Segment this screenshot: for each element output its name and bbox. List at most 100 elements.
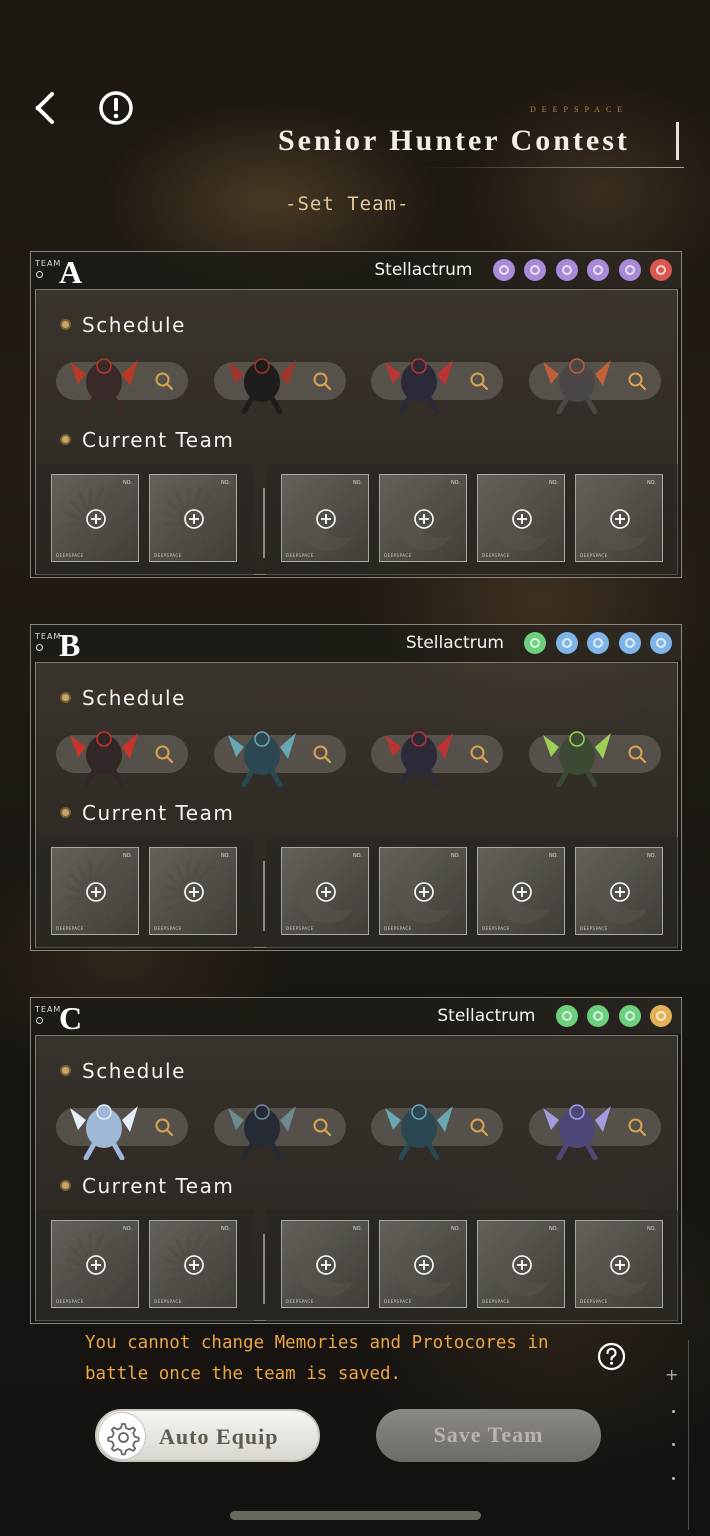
stellactrum-orb[interactable] <box>618 1005 641 1027</box>
stellactrum-orb[interactable] <box>618 259 641 281</box>
back-arrow-icon[interactable] <box>28 88 68 128</box>
plus-icon <box>610 509 630 529</box>
slot-number-label: NO. <box>352 1226 362 1232</box>
schedule-enemy-card[interactable] <box>56 1104 188 1160</box>
auto-equip-button[interactable]: Auto Equip <box>95 1409 320 1462</box>
search-icon <box>155 372 174 391</box>
memory-slot[interactable]: NO. DEEPSPACE <box>51 847 139 935</box>
plus-icon <box>610 1255 630 1275</box>
schedule-label: Schedule <box>82 1059 186 1083</box>
protocore-slot[interactable]: NO. DEEPSPACE <box>575 474 663 562</box>
stellactrum-orb[interactable] <box>587 1005 609 1027</box>
slot-divider <box>263 1234 265 1304</box>
team-panel-b: TEAM B Stellactrum Schedule Current Team… <box>30 624 682 951</box>
plus-icon <box>414 882 434 902</box>
protocore-slot[interactable]: NO. DEEPSPACE <box>477 847 565 935</box>
protocore-slot[interactable]: NO. DEEPSPACE <box>575 847 663 935</box>
memory-slot[interactable]: NO. DEEPSPACE <box>51 1220 139 1308</box>
help-icon[interactable] <box>597 1342 626 1371</box>
title-accent-bar <box>676 122 679 160</box>
title-underline <box>422 167 684 168</box>
memory-slot[interactable]: NO. DEEPSPACE <box>149 474 237 562</box>
side-plus-mark: + <box>665 1365 679 1384</box>
stellactrum-orb[interactable] <box>650 632 672 654</box>
schedule-bullet-icon <box>60 692 71 703</box>
team-panel-c: TEAM C Stellactrum Schedule Current Team… <box>30 997 682 1324</box>
stellactrum-label: Stellactrum <box>374 260 473 280</box>
slot-brand-label: DEEPSPACE <box>56 553 84 558</box>
team-tag: TEAM <box>35 1005 62 1014</box>
slot-brand-label: DEEPSPACE <box>154 553 182 558</box>
plus-icon <box>86 509 106 529</box>
stellactrum-orb[interactable] <box>492 259 515 281</box>
schedule-enemy-card[interactable] <box>214 731 346 787</box>
schedule-enemy-card[interactable] <box>371 358 503 414</box>
slot-brand-label: DEEPSPACE <box>384 926 412 931</box>
slot-brand-label: DEEPSPACE <box>56 926 84 931</box>
slot-number-label: NO. <box>352 480 362 486</box>
save-team-button[interactable]: Save Team <box>376 1409 601 1462</box>
protocore-slot[interactable]: NO. DEEPSPACE <box>575 1220 663 1308</box>
schedule-enemy-card[interactable] <box>214 358 346 414</box>
stellactrum-orb[interactable] <box>555 1005 578 1027</box>
slot-number-label: NO. <box>122 1226 132 1232</box>
protocore-slot[interactable]: NO. DEEPSPACE <box>477 474 565 562</box>
team-header: TEAM A Stellactrum <box>31 252 681 290</box>
stellactrum-orb[interactable] <box>587 632 609 654</box>
schedule-enemy-card[interactable] <box>56 731 188 787</box>
schedule-enemy-card[interactable] <box>371 1104 503 1160</box>
schedule-enemy-card[interactable] <box>56 358 188 414</box>
slot-number-label: NO. <box>450 480 460 486</box>
stellactrum-orb[interactable] <box>524 259 546 281</box>
page-subtitle: -Set Team- <box>285 193 410 215</box>
memory-slot[interactable]: NO. DEEPSPACE <box>149 847 237 935</box>
info-icon[interactable] <box>96 88 136 128</box>
page-title: Senior Hunter Contest <box>278 124 630 157</box>
slot-brand-label: DEEPSPACE <box>482 926 510 931</box>
team-body: Schedule Current Team NO. DEEPSPACE NO. … <box>35 1035 679 1322</box>
side-dot <box>672 1443 675 1446</box>
stellactrum-label: Stellactrum <box>405 633 504 653</box>
search-icon <box>628 745 647 764</box>
slot-brand-label: DEEPSPACE <box>286 926 314 931</box>
team-ring-icon <box>36 644 43 651</box>
current-team-bullet-icon <box>60 807 71 818</box>
stellactrum-orb[interactable] <box>587 259 609 281</box>
protocore-slot[interactable]: NO. DEEPSPACE <box>281 847 369 935</box>
stellactrum-orb[interactable] <box>650 1005 672 1027</box>
stellactrum-orb[interactable] <box>555 632 578 654</box>
slot-number-label: NO. <box>220 1226 230 1232</box>
protocore-slot[interactable]: NO. DEEPSPACE <box>379 1220 467 1308</box>
stellactrum-orb[interactable] <box>650 259 672 281</box>
stellactrum-orb[interactable] <box>555 259 578 281</box>
protocore-slot[interactable]: NO. DEEPSPACE <box>477 1220 565 1308</box>
slot-number-label: NO. <box>548 1226 558 1232</box>
stellactrum-orb[interactable] <box>618 632 641 654</box>
plus-icon <box>414 1255 434 1275</box>
stellactrum-label: Stellactrum <box>437 1006 536 1026</box>
protocore-slot[interactable]: NO. DEEPSPACE <box>281 1220 369 1308</box>
search-icon <box>470 745 489 764</box>
current-team-bullet-icon <box>60 1180 71 1191</box>
slot-number-label: NO. <box>646 480 656 486</box>
slot-divider <box>263 861 265 931</box>
stellactrum-orb[interactable] <box>524 632 546 654</box>
save-notice: You cannot change Memories and Protocore… <box>85 1333 549 1384</box>
protocore-slot[interactable]: NO. DEEPSPACE <box>281 474 369 562</box>
memory-slot[interactable]: NO. DEEPSPACE <box>149 1220 237 1308</box>
slot-number-label: NO. <box>548 480 558 486</box>
protocore-slot[interactable]: NO. DEEPSPACE <box>379 474 467 562</box>
schedule-enemy-card[interactable] <box>214 1104 346 1160</box>
schedule-enemy-card[interactable] <box>529 1104 661 1160</box>
schedule-enemy-card[interactable] <box>529 358 661 414</box>
schedule-enemy-card[interactable] <box>529 731 661 787</box>
home-indicator <box>230 1511 481 1520</box>
protocore-slot[interactable]: NO. DEEPSPACE <box>379 847 467 935</box>
schedule-enemy-card[interactable] <box>371 731 503 787</box>
memory-slot[interactable]: NO. DEEPSPACE <box>51 474 139 562</box>
slot-brand-label: DEEPSPACE <box>580 553 608 558</box>
schedule-bullet-icon <box>60 1065 71 1076</box>
slot-brand-label: DEEPSPACE <box>286 553 314 558</box>
team-panel-a: TEAM A Stellactrum Schedule Current Team… <box>30 251 682 578</box>
team-ring-icon <box>36 1017 43 1024</box>
